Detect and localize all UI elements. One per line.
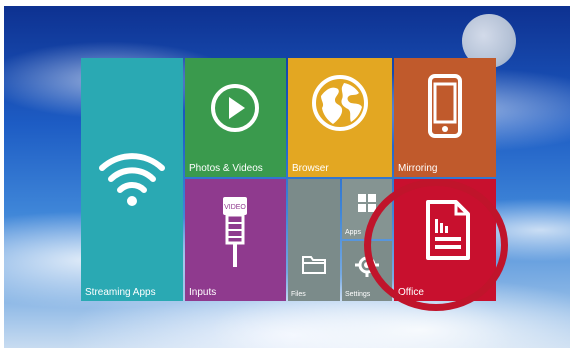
tile-label: Office (398, 287, 424, 298)
launcher-screen: Streaming Apps Photos & Videos Browser M… (0, 0, 574, 354)
tile-files[interactable]: Files (288, 179, 340, 301)
tile-mirroring[interactable]: Mirroring (394, 58, 496, 177)
tile-apps[interactable]: Apps (342, 179, 392, 239)
photo-border (0, 348, 574, 354)
gear-icon (355, 253, 379, 277)
video-cable-icon: VIDEO (223, 197, 247, 267)
windows-grid-icon (358, 194, 376, 212)
tile-label: Mirroring (398, 163, 438, 174)
tile-settings[interactable]: Settings (342, 241, 392, 301)
folder-icon (302, 256, 326, 274)
tile-label: Photos & Videos (189, 163, 263, 174)
tile-label: Settings (345, 291, 371, 298)
document-icon (426, 200, 470, 260)
phone-icon (428, 74, 462, 138)
tile-photos-videos[interactable]: Photos & Videos (185, 58, 286, 177)
tile-streaming-apps[interactable]: Streaming Apps (81, 58, 183, 301)
play-icon (211, 84, 259, 132)
tile-label: Browser (292, 163, 329, 174)
photo-border (570, 0, 574, 354)
tile-label: Apps (345, 229, 361, 236)
tile-label: Streaming Apps (85, 287, 156, 298)
globe-icon (312, 75, 368, 131)
tile-inputs[interactable]: VIDEO Inputs (185, 179, 286, 301)
photo-border (0, 0, 4, 354)
video-plug-text: VIDEO (224, 204, 246, 211)
tile-office[interactable]: Office (394, 179, 496, 301)
tile-label: Inputs (189, 287, 217, 298)
wifi-icon (99, 153, 165, 206)
tile-label: Files (291, 291, 306, 298)
photo-border (0, 0, 574, 6)
tile-browser[interactable]: Browser (288, 58, 392, 177)
